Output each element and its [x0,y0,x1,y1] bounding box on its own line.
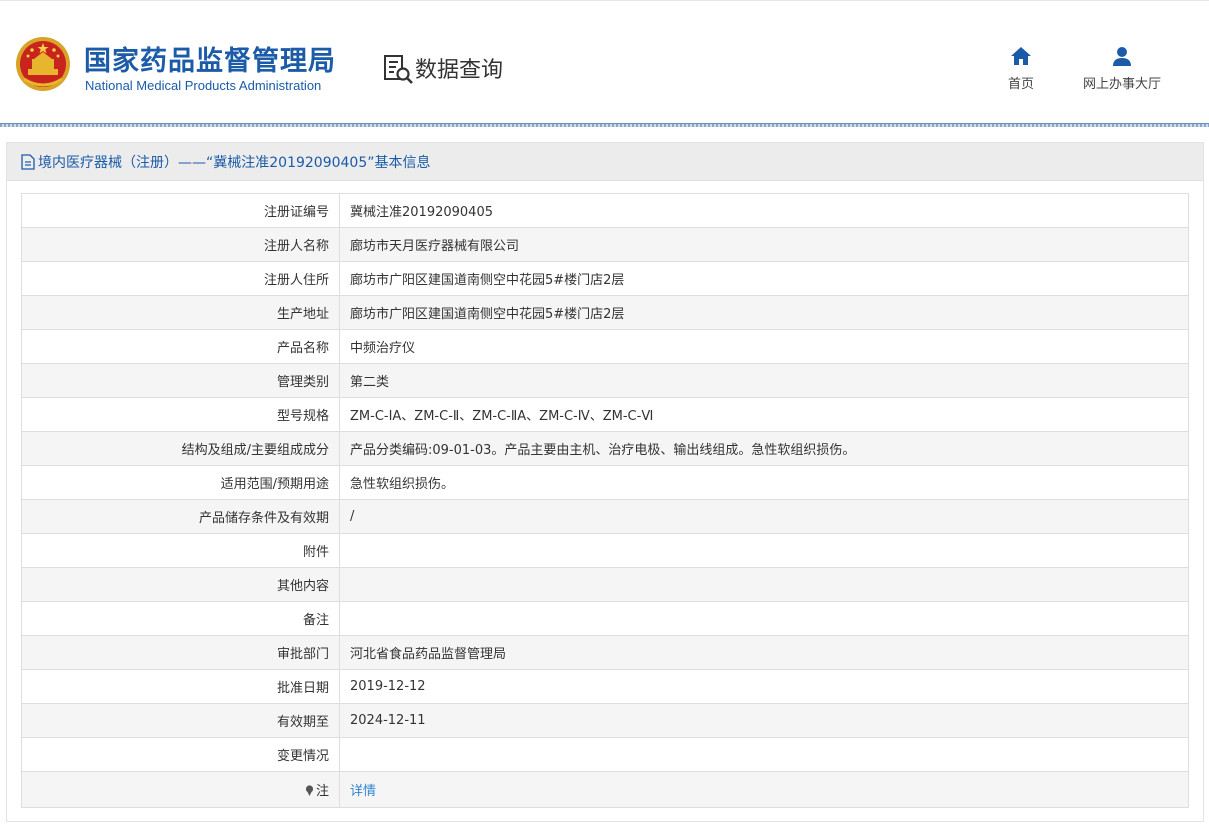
row-label: 备注 [21,601,340,636]
registration-info-table: 注册证编号 冀械注准20192090405 注册人名称 廊坊市天月医疗器械有限公司 … [21,193,1189,808]
row-value: 中频治疗仪 [339,329,1189,364]
nav-online-office-link[interactable]: 网上办事大厅 [1072,45,1172,92]
table-row: 附件 [21,533,1189,568]
table-row: 批准日期 2019-12-12 [21,669,1189,704]
table-row: 管理类别 第二类 [21,363,1189,398]
table-row: 注册证编号 冀械注准20192090405 [21,193,1189,228]
table-row: 型号规格 ZM-C-ⅠA、ZM-C-Ⅱ、ZM-C-ⅡA、ZM-C-Ⅳ、ZM-C-Ⅵ [21,397,1189,432]
user-icon [1113,47,1131,66]
table-row: 适用范围/预期用途 急性软组织损伤。 [21,465,1189,500]
panel-header: 境内医疗器械（注册）——“冀械注准20192090405”基本信息 [7,143,1203,181]
row-label: 产品储存条件及有效期 [21,499,340,534]
row-value: 急性软组织损伤。 [339,465,1189,500]
table-row: 产品名称 中频治疗仪 [21,329,1189,364]
note-value-cell: 详情 [339,771,1189,808]
data-query-icon [384,55,413,84]
row-label: 生产地址 [21,295,340,330]
row-label: 型号规格 [21,397,340,432]
table-row: 生产地址 廊坊市广阳区建国道南侧空中花园5#楼门店2层 [21,295,1189,330]
document-icon [21,153,35,170]
row-value: 冀械注准20192090405 [339,193,1189,228]
row-label: 注册人名称 [21,227,340,262]
table-row: 注册人住所 廊坊市广阳区建国道南侧空中花园5#楼门店2层 [21,261,1189,296]
row-value: 廊坊市广阳区建国道南侧空中花园5#楼门店2层 [339,295,1189,330]
row-label: 注册人住所 [21,261,340,296]
row-value: 廊坊市天月医疗器械有限公司 [339,227,1189,262]
row-value [339,567,1189,602]
row-value [339,737,1189,772]
pin-icon [305,785,314,796]
table-row: 注册人名称 廊坊市天月医疗器械有限公司 [21,227,1189,262]
row-label: 产品名称 [21,329,340,364]
row-value: / [339,499,1189,534]
nav-online-office-label: 网上办事大厅 [1082,77,1161,92]
row-label: 有效期至 [21,703,340,738]
row-value [339,601,1189,636]
site-title[interactable]: 国家药品监督管理局 [84,39,336,78]
home-icon [1011,47,1031,65]
row-label: 审批部门 [21,635,340,670]
note-label: 注 [315,784,329,799]
row-label: 批准日期 [21,669,340,704]
row-value: 2019-12-12 [339,669,1189,704]
row-label: 注册证编号 [21,193,340,228]
table-row: 有效期至 2024-12-11 [21,703,1189,738]
row-value: 产品分类编码:09-01-03。产品主要由主机、治疗电极、输出线组成。急性软组织… [339,431,1189,466]
row-label: 其他内容 [21,567,340,602]
section-title: 数据查询 [415,58,504,83]
row-label: 管理类别 [21,363,340,398]
row-value: 第二类 [339,363,1189,398]
row-value: ZM-C-ⅠA、ZM-C-Ⅱ、ZM-C-ⅡA、ZM-C-Ⅳ、ZM-C-Ⅵ [339,397,1189,432]
row-label: 结构及组成/主要组成成分 [21,431,340,466]
table-row: 审批部门 河北省食品药品监督管理局 [21,635,1189,670]
note-label-cell: 注 [21,771,340,808]
row-value: 河北省食品药品监督管理局 [339,635,1189,670]
header-divider [0,123,1209,127]
site-header: 国家药品监督管理局 National Medical Products Admi… [0,0,1209,124]
row-value: 廊坊市广阳区建国道南侧空中花园5#楼门店2层 [339,261,1189,296]
table-row: 变更情况 [21,737,1189,772]
table-row: 产品储存条件及有效期 / [21,499,1189,534]
panel-title: 境内医疗器械（注册）——“冀械注准20192090405”基本信息 [38,154,431,171]
row-value: 2024-12-11 [339,703,1189,738]
basic-info-panel: 境内医疗器械（注册）——“冀械注准20192090405”基本信息 注册证编号冀… [6,142,1204,822]
row-label: 适用范围/预期用途 [21,465,340,500]
site-subtitle: National Medical Products Administration [85,78,322,93]
table-row: 其他内容 [21,567,1189,602]
row-label: 变更情况 [21,737,340,772]
national-emblem-icon [16,37,70,91]
row-value [339,533,1189,568]
row-label: 附件 [21,533,340,568]
table-row: 结构及组成/主要组成成分 产品分类编码:09-01-03。产品主要由主机、治疗电极… [21,431,1189,466]
note-row: 注 详情 [21,771,1189,808]
nav-home-label: 首页 [1007,77,1034,92]
nav-home-link[interactable]: 首页 [996,45,1046,92]
details-link[interactable]: 详情 [350,784,376,799]
table-row: 备注 [21,601,1189,636]
